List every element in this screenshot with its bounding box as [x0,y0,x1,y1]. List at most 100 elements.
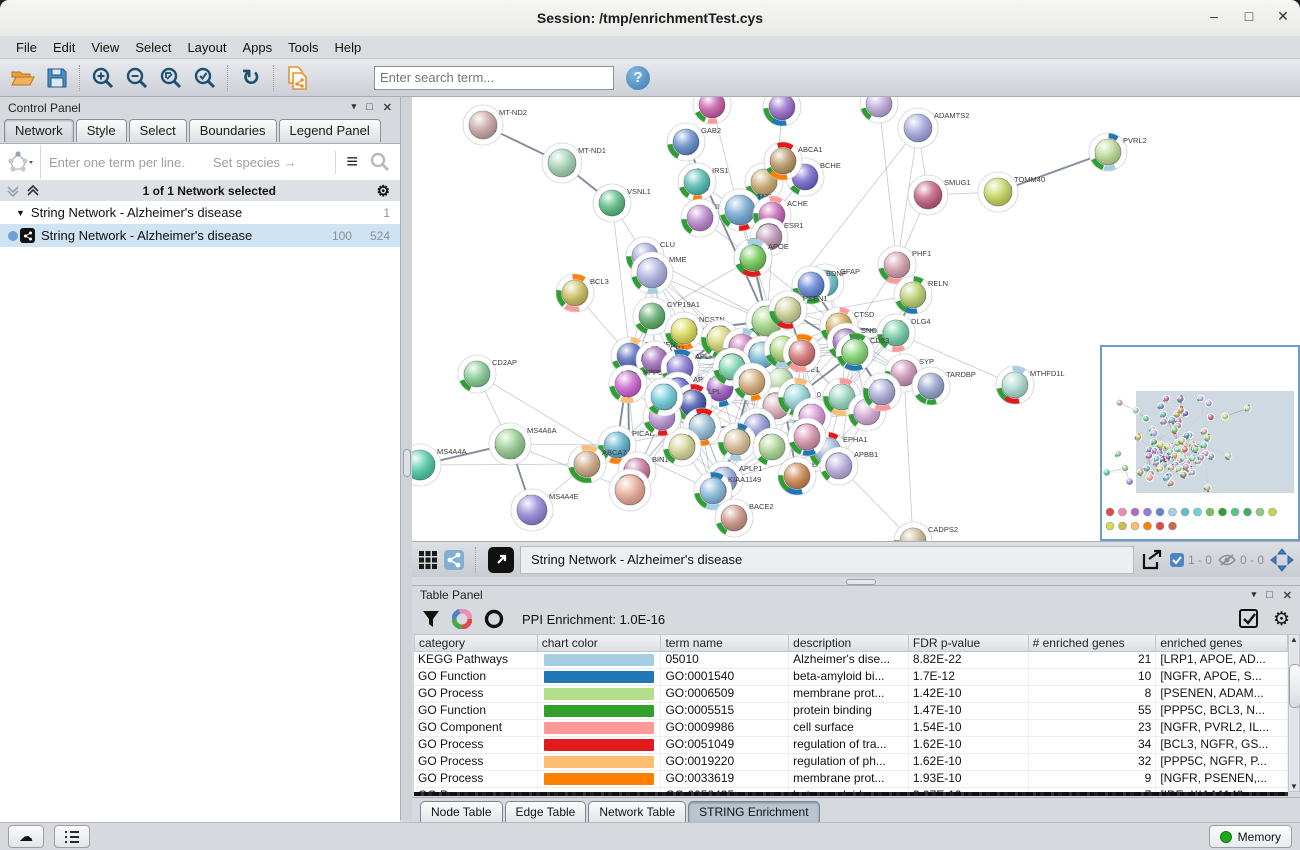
save-session-button[interactable] [40,63,74,93]
task-history-button[interactable] [54,825,90,848]
tab-node-table[interactable]: Node Table [420,801,503,822]
network-node[interactable]: PVRL2 [1089,133,1147,171]
close-button[interactable]: ✕ [1272,8,1294,28]
tab-network[interactable]: Network [4,119,74,142]
zoom-out-button[interactable] [120,63,154,93]
splitter-grip[interactable] [403,449,411,477]
memory-button[interactable]: Memory [1209,825,1292,848]
network-node[interactable]: IRS1 [678,163,729,201]
network-node[interactable] [1167,479,1175,487]
string-protein-dropdown[interactable] [0,145,41,179]
network-node[interactable]: SMUG1 [908,175,971,215]
network-node[interactable] [718,423,756,461]
clone-network-button[interactable] [280,63,314,93]
menu-view[interactable]: View [83,38,127,57]
network-node[interactable] [860,97,898,123]
tab-boundaries[interactable]: Boundaries [189,119,277,142]
table-row[interactable]: GO FunctionGO:0005515protein binding1.47… [414,703,1288,720]
network-node[interactable] [1121,464,1130,473]
network-node[interactable]: CADPS2 [894,522,958,541]
table-row[interactable]: GO ProcessGO:0051049regulation of tra...… [414,737,1288,754]
network-node[interactable] [693,97,731,124]
collapse-expand-icons[interactable] [6,184,42,198]
eye-hidden-icon[interactable] [1218,553,1236,567]
network-node[interactable] [863,373,901,411]
network-node[interactable] [1244,404,1252,412]
network-node[interactable]: DLG4 [877,314,931,352]
network-node[interactable]: TOMM40 [978,172,1045,212]
network-node[interactable] [1177,406,1185,414]
network-node[interactable] [645,378,683,416]
pie-chart-icon[interactable] [452,609,472,629]
menu-help[interactable]: Help [327,38,370,57]
network-tree-row[interactable]: ▼String Network - Alzheimer's disease1 [0,201,400,224]
gear-icon[interactable]: ⚙ [377,182,390,200]
network-node[interactable] [1153,455,1161,463]
network-node[interactable]: BACE2 [715,499,774,537]
network-node[interactable]: VSNL1 [593,184,651,222]
tab-string-enrichment[interactable]: STRING Enrichment [688,801,819,822]
network-node[interactable] [1157,402,1165,410]
column-header-term-name[interactable]: term name [661,634,789,652]
panel-dropdown-icon[interactable]: ▾ [1252,589,1257,602]
network-node[interactable] [1171,426,1179,434]
network-node[interactable] [1102,468,1111,477]
panel-float-icon[interactable]: □ [366,101,373,114]
network-node[interactable] [1160,411,1168,419]
network-node[interactable] [1177,395,1185,403]
network-node[interactable] [1145,452,1153,460]
scrollbar-thumb[interactable] [1289,664,1300,708]
scroll-down-icon[interactable]: ▼ [1289,782,1299,791]
menu-apps[interactable]: Apps [235,38,281,57]
navigator-icon[interactable] [1270,548,1294,572]
network-node[interactable] [1205,399,1213,407]
tab-network-table[interactable]: Network Table [588,801,686,822]
cloud-tasks-button[interactable]: ☁ [8,825,44,848]
search-input[interactable] [374,66,614,90]
table-row[interactable]: KEGG Pathways05010Alzheimer's dise...8.8… [414,652,1288,669]
network-node[interactable] [1208,452,1216,460]
network-node[interactable] [1189,469,1197,477]
network-node[interactable] [1192,445,1200,453]
network-node[interactable] [1125,477,1134,486]
network-node[interactable]: MT-ND1 [542,143,606,183]
network-node[interactable] [1157,441,1165,449]
ring-chart-icon[interactable] [484,609,504,629]
network-node[interactable] [1168,464,1176,472]
network-node[interactable] [1221,412,1229,420]
string-query-input[interactable]: Enter one term per line. [41,155,185,170]
network-node[interactable]: MTHFD1L [996,366,1065,404]
panel-float-icon[interactable]: □ [1266,589,1273,602]
menu-select[interactable]: Select [127,38,179,57]
network-node[interactable] [788,418,826,456]
gear-icon[interactable]: ⚙ [1273,608,1290,631]
network-canvas[interactable]: MT-ND2MT-ND1VSNL1GAB2IRS1ADAMTS2SMUG1TOM… [412,97,1300,541]
network-node[interactable] [1160,418,1168,426]
network-node[interactable] [1114,450,1122,458]
checkbox-icon[interactable] [1170,553,1184,567]
column-header-category[interactable]: category [414,634,538,652]
network-node[interactable] [1200,441,1208,449]
string-search-button[interactable] [368,152,400,172]
panel-dropdown-icon[interactable]: ▾ [352,101,357,114]
network-node[interactable]: GAB2 [667,123,721,161]
network-node[interactable] [609,469,651,511]
menu-file[interactable]: File [8,38,45,57]
zoom-in-button[interactable] [86,63,120,93]
column-header--enriched-genes[interactable]: # enriched genes [1029,634,1157,652]
column-header-description[interactable]: description [789,634,909,652]
network-node[interactable] [1115,399,1123,407]
horizontal-splitter[interactable] [412,577,1300,585]
network-node[interactable] [1175,465,1183,473]
menu-edit[interactable]: Edit [45,38,83,57]
network-node[interactable]: BCL3 [556,274,609,312]
network-node[interactable] [733,363,771,401]
zoom-selected-button[interactable] [188,63,222,93]
network-node[interactable]: CD2AP [458,355,517,393]
scroll-up-icon[interactable]: ▲ [1289,635,1299,644]
minimize-button[interactable]: – [1203,8,1225,28]
network-node[interactable] [1182,463,1190,471]
grid-view-icon[interactable] [418,550,438,570]
network-node[interactable]: CD33 [836,333,889,371]
network-node[interactable] [1178,437,1186,445]
